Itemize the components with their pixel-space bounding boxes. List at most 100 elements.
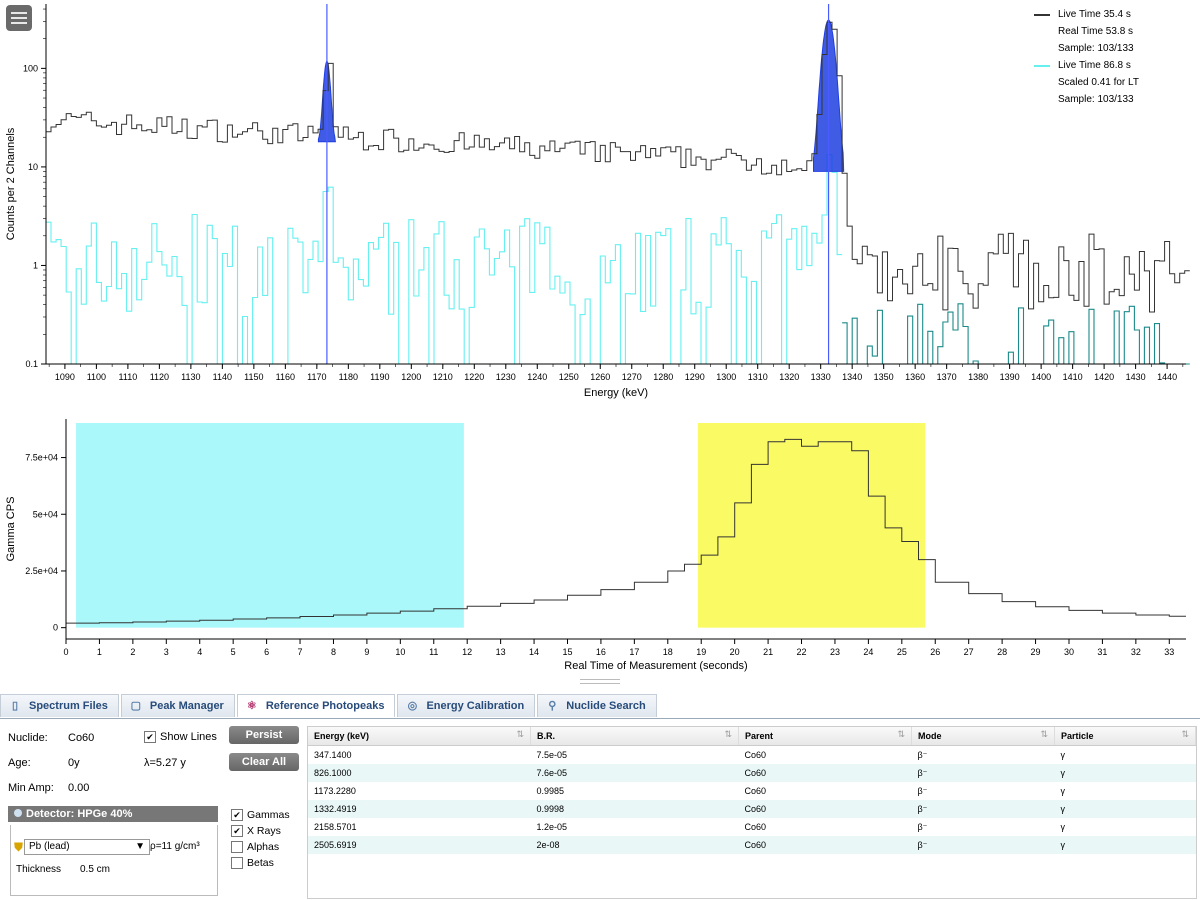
x-tick-label: 1220 xyxy=(464,372,484,382)
x-tick-label: 31 xyxy=(1097,647,1107,657)
column-br[interactable]: B.R. ⇅ xyxy=(530,727,739,746)
x-tick-label: 1240 xyxy=(527,372,547,382)
xrays-checkbox[interactable]: ✔ X Rays xyxy=(231,823,290,839)
tab-nuclide-search[interactable]: ⚲ Nuclide Search xyxy=(537,694,657,717)
tab-energy-calibration[interactable]: ◎ Energy Calibration xyxy=(397,694,536,717)
time-history-chart[interactable]: 02.5e+045e+047.5e+04Gamma CPS0 1 2 3 4 5 6 7 8 9 1… xyxy=(0,405,1200,675)
search-icon: ⚲ xyxy=(548,700,557,712)
checkbox-icon xyxy=(231,841,243,854)
gammas-checkbox[interactable]: ✔ Gammas xyxy=(231,807,290,823)
parent-cell: Co60 xyxy=(738,836,912,854)
checkbox-icon: ✔ xyxy=(144,731,156,744)
particle-filters: ✔ Gammas ✔ X Rays Alphas Betas xyxy=(231,807,290,871)
file-icon: ▯ xyxy=(11,700,19,712)
mode-cell: β⁻ xyxy=(917,785,928,796)
x-tick-label: 28 xyxy=(997,647,1007,657)
table-row[interactable]: 826.1000 7.6e-05 Co60 β⁻ γ xyxy=(308,764,1196,782)
column-label: Particle xyxy=(1061,731,1094,741)
age-input[interactable]: 0y xyxy=(68,757,128,769)
x-tick-label: 22 xyxy=(797,647,807,657)
column-parent[interactable]: Parent ⇅ xyxy=(738,727,912,746)
x-tick-label: 24 xyxy=(863,647,873,657)
x-tick-label: 3 xyxy=(164,647,169,657)
legend-swatch xyxy=(1034,64,1050,67)
gammas-label: Gammas xyxy=(247,809,290,821)
x-tick-label: 18 xyxy=(663,647,673,657)
parent-cell: Co60 xyxy=(738,800,912,818)
x-tick-label: 9 xyxy=(364,647,369,657)
table-row[interactable]: 2505.6919 2e-08 Co60 β⁻ γ xyxy=(308,836,1196,854)
x-tick-label: 26 xyxy=(930,647,940,657)
x-tick-label: 20 xyxy=(730,647,740,657)
foreground-interval-region xyxy=(697,423,926,628)
table-row[interactable]: 2158.5701 1.2e-05 Co60 β⁻ γ xyxy=(308,818,1196,836)
energy-spectrum-chart[interactable]: 0.1 1 10 100 Counts per 2 Channels 1090 1100 11… xyxy=(0,0,1200,405)
window-icon: ▢ xyxy=(130,700,142,712)
y-axis-label: Gamma CPS xyxy=(5,497,17,562)
thickness-input[interactable]: 0.5 cm xyxy=(80,864,110,875)
y-tick-label: 100 xyxy=(23,63,38,73)
column-label: Energy (keV) xyxy=(314,731,370,741)
tab-label: Spectrum Files xyxy=(29,700,108,712)
alphas-label: Alphas xyxy=(247,841,280,853)
x-tick-label: 1440 xyxy=(1157,372,1177,382)
x-tick-label: 1370 xyxy=(937,372,957,382)
panel-splitter[interactable] xyxy=(580,679,620,684)
checkbox-icon: ✔ xyxy=(231,825,243,838)
betas-checkbox[interactable]: Betas xyxy=(231,855,290,871)
x-tick-label: 25 xyxy=(897,647,907,657)
clear-all-button[interactable]: Clear All xyxy=(229,753,299,771)
parent-cell: Co60 xyxy=(738,764,912,782)
x-tick-label: 1420 xyxy=(1094,372,1114,382)
nuclide-input[interactable]: Co60 xyxy=(68,732,138,744)
x-tick-label: 1350 xyxy=(874,372,894,382)
column-particle[interactable]: Particle ⇅ xyxy=(1054,727,1196,746)
x-tick-label: 1090 xyxy=(55,372,75,382)
x-tick-label: 0 xyxy=(63,647,68,657)
y-tick-label: 7.5e+04 xyxy=(25,453,58,463)
min-amp-input[interactable]: 0.00 xyxy=(68,782,128,794)
energy-cell: 1332.4919 xyxy=(308,800,531,818)
table-row[interactable]: 1173.2280 0.9985 Co60 β⁻ γ xyxy=(308,782,1196,800)
legend-entry-background: Live Time 86.8 s xyxy=(1034,57,1184,74)
legend-sample: Sample: 103/133 xyxy=(1058,94,1134,105)
shield-icon: ⛊ xyxy=(14,840,24,854)
x-tick-label: 1190 xyxy=(370,372,389,382)
column-energy[interactable]: Energy (keV) ⇅ xyxy=(308,727,531,746)
y-tick-label: 5e+04 xyxy=(33,509,58,519)
x-tick-label: 29 xyxy=(1031,647,1041,657)
show-lines-checkbox[interactable]: ✔ Show Lines xyxy=(144,731,217,744)
x-tick-label: 6 xyxy=(264,647,269,657)
x-tick-label: 13 xyxy=(496,647,506,657)
column-label: B.R. xyxy=(537,731,555,741)
y-tick-label: 0.1 xyxy=(25,359,38,369)
table-header-row: Energy (keV) ⇅ B.R. ⇅ Parent ⇅ Mode ⇅ Partic… xyxy=(308,727,1196,746)
xrays-label: X Rays xyxy=(247,825,281,837)
column-label: Mode xyxy=(918,731,942,741)
legend-label: Live Time 35.4 s xyxy=(1058,9,1131,20)
mode-cell: β⁻ xyxy=(911,836,1055,854)
show-lines-label: Show Lines xyxy=(160,731,217,743)
checkbox-icon: ✔ xyxy=(231,809,243,822)
parent-cell: Co60 xyxy=(744,786,767,796)
alphas-checkbox[interactable]: Alphas xyxy=(231,839,290,855)
detector-header[interactable]: Detector: HPGe 40% xyxy=(8,806,218,822)
x-tick-label: 23 xyxy=(830,647,840,657)
y-tick-label: 1 xyxy=(33,260,38,270)
tab-spectrum-files[interactable]: ▯ Spectrum Files xyxy=(0,694,119,717)
x-tick-label: 1380 xyxy=(968,372,988,382)
table-row[interactable]: 1332.4919 0.9998 Co60 β⁻ γ xyxy=(308,800,1196,818)
shielding-material-select[interactable]: Pb (lead) ▼ xyxy=(24,839,150,855)
table-row[interactable]: 347.1400 7.5e-05 Co60 β⁻ γ xyxy=(308,746,1196,765)
column-mode[interactable]: Mode ⇅ xyxy=(911,727,1055,746)
x-tick-label: 21 xyxy=(763,647,773,657)
x-tick-label: 12 xyxy=(462,647,472,657)
persist-button[interactable]: Persist xyxy=(229,726,299,744)
x-tick-label: 19 xyxy=(696,647,706,657)
particle-cell: γ xyxy=(1060,786,1066,796)
particle-cell: γ xyxy=(1060,750,1066,760)
tab-reference-photopeaks[interactable]: ⚛ Reference Photopeaks xyxy=(236,694,396,717)
x-tick-label: 1110 xyxy=(119,372,138,382)
chart-legend: Live Time 35.4 s Real Time 53.8 s Sample… xyxy=(1034,6,1184,108)
tab-peak-manager[interactable]: ▢ Peak Manager xyxy=(120,694,235,717)
